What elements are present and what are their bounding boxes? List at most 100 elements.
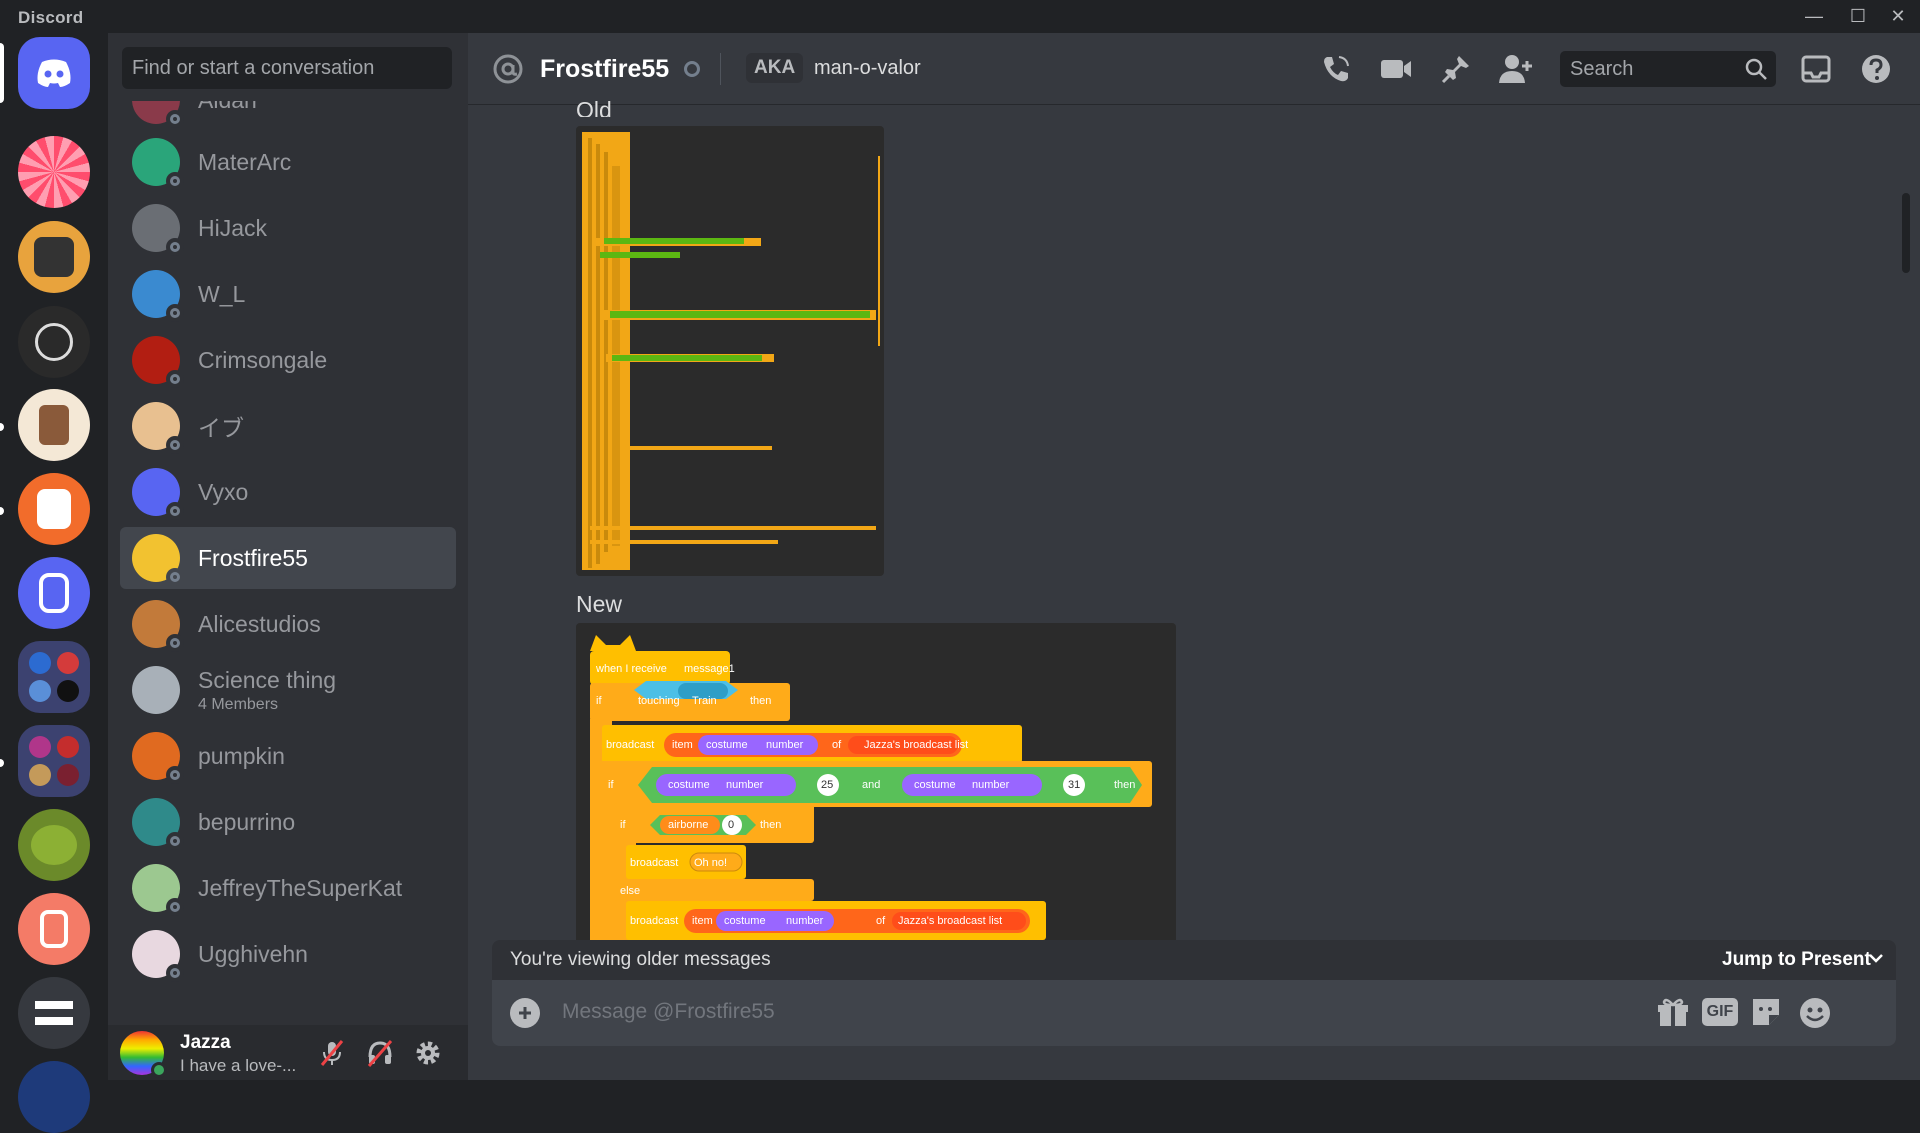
scratch-then-text: then — [760, 819, 782, 831]
user-status: I have a love-... — [180, 1056, 297, 1075]
server-icon-shrek[interactable] — [18, 809, 90, 881]
aka-badge: AKA — [746, 53, 804, 83]
scratch-broadcast-text: broadcast — [606, 739, 655, 751]
user-panel: Jazza I have a love-... — [108, 1025, 468, 1080]
dm-item-bepurrino[interactable]: bepurrino — [120, 791, 456, 853]
add-friend-icon[interactable] — [1498, 51, 1534, 87]
scratch-message-text: message1 — [684, 663, 735, 675]
server-folder-1[interactable] — [18, 641, 90, 713]
sticker-icon[interactable] — [1750, 996, 1782, 1028]
avatar — [132, 270, 184, 322]
scratch-else-text: else — [620, 885, 641, 897]
scratch-script-old-image — [582, 132, 880, 570]
chat-scrollbar[interactable] — [1902, 193, 1910, 273]
help-icon[interactable] — [1858, 51, 1894, 87]
scratch-and-text: and — [862, 779, 881, 791]
dm-item-jeffreythesuperkat[interactable]: JeffreyTheSuperKat — [120, 857, 456, 919]
dm-item-frostfire55[interactable]: Frostfire55 — [120, 527, 456, 589]
gif-button[interactable]: GIF — [1702, 998, 1738, 1026]
scratch-ohno-text: Oh no! — [694, 857, 728, 869]
server-icon-stack[interactable] — [18, 977, 90, 1049]
home-button[interactable] — [18, 37, 90, 109]
server-icon-disciples[interactable] — [18, 306, 90, 378]
discord-logo-icon — [37, 59, 71, 87]
dm-sidebar: Find or start a conversation Aidan Mater… — [108, 33, 468, 1080]
dm-item-ugghivehn[interactable]: Ugghivehn — [120, 923, 456, 985]
scratch-number-text: number — [726, 779, 764, 791]
app-title: Discord — [18, 8, 84, 27]
avatar — [132, 864, 184, 916]
attachment-image-old[interactable] — [576, 126, 884, 576]
user-name: Jazza — [180, 1032, 231, 1053]
divider — [720, 53, 721, 85]
call-icon[interactable] — [1318, 51, 1354, 87]
pin-icon[interactable] — [1438, 51, 1474, 87]
minimize-icon[interactable]: — — [1792, 0, 1836, 33]
avatar — [132, 732, 184, 784]
settings-gear-icon[interactable] — [412, 1037, 444, 1069]
avatar — [132, 468, 184, 520]
mute-icon[interactable] — [316, 1037, 348, 1069]
avatar — [132, 101, 184, 128]
older-messages-banner: You're viewing older messages Jump to Pr… — [492, 940, 1896, 980]
avatar — [132, 798, 184, 850]
avatar — [132, 402, 184, 454]
dm-item-science-thing[interactable]: Science thing 4 Members — [120, 659, 456, 721]
jump-to-present-button[interactable]: Jump to Present — [1722, 949, 1871, 971]
dm-item-ibu[interactable]: イブ — [120, 395, 456, 457]
scratch-item-text: item — [692, 915, 713, 927]
scratch-airborne-text: airborne — [668, 819, 709, 831]
scratch-gt-value: 25 — [821, 779, 834, 791]
dm-item-vyxo[interactable]: Vyxo — [120, 461, 456, 523]
emoji-icon[interactable] — [1798, 996, 1832, 1030]
dm-item-aidan[interactable]: Aidan — [120, 101, 456, 131]
server-icon-orange[interactable] — [18, 473, 90, 545]
search-icon — [1744, 57, 1768, 81]
server-icon-blurple[interactable] — [18, 557, 90, 629]
server-rail — [0, 33, 108, 1133]
message-input[interactable]: Message @Frostfire55 — [562, 1000, 775, 1024]
dm-item-crimsongale[interactable]: Crimsongale — [120, 329, 456, 391]
scratch-touching-text: touching — [638, 695, 680, 707]
attach-plus-icon[interactable] — [510, 998, 540, 1028]
video-icon[interactable] — [1378, 51, 1414, 87]
avatar — [132, 204, 184, 256]
attachment-image-new[interactable]: when I receive message1 if touching Trai… — [576, 623, 1176, 940]
dm-item-w-l[interactable]: W_L — [120, 263, 456, 325]
chevron-down-icon[interactable] — [1866, 948, 1886, 968]
server-folder-2[interactable] — [18, 725, 90, 797]
dm-search-input[interactable]: Find or start a conversation — [122, 47, 452, 89]
chat-area: Frostfire55 AKA man-o-valor Search Old N… — [468, 33, 1920, 1080]
scratch-costume-text: costume — [668, 779, 710, 791]
dm-item-alicestudios[interactable]: Alicestudios — [120, 593, 456, 655]
title-bar: Discord — ☐ ✕ — [0, 0, 1920, 33]
deafen-icon[interactable] — [364, 1037, 396, 1069]
dm-item-hijack[interactable]: HiJack — [120, 197, 456, 259]
inbox-icon[interactable] — [1798, 51, 1834, 87]
close-icon[interactable]: ✕ — [1876, 0, 1920, 33]
scratch-of-text: of — [876, 915, 886, 927]
scratch-zero-value: 0 — [728, 819, 735, 831]
message-composer: Message @Frostfire55 GIF — [492, 980, 1896, 1046]
server-icon-brown[interactable] — [18, 389, 90, 461]
dm-item-pumpkin[interactable]: pumpkin — [120, 725, 456, 787]
maximize-icon[interactable]: ☐ — [1836, 0, 1880, 33]
status-indicator — [684, 61, 700, 77]
server-icon-partial[interactable] — [18, 1061, 90, 1133]
dm-item-materarc[interactable]: MaterArc — [120, 131, 456, 193]
avatar — [132, 336, 184, 388]
scratch-if-text: if — [596, 695, 602, 707]
gift-icon[interactable] — [1656, 996, 1690, 1030]
avatar — [132, 534, 184, 586]
scratch-broadcast-text: broadcast — [630, 857, 679, 869]
server-icon-salmon[interactable] — [18, 893, 90, 965]
avatar — [132, 666, 180, 714]
scratch-costume-text: costume — [724, 915, 766, 927]
server-icon-candy[interactable] — [18, 136, 90, 208]
scratch-if-text: if — [620, 819, 626, 831]
chat-header: Frostfire55 AKA man-o-valor Search — [468, 33, 1920, 105]
avatar[interactable] — [120, 1031, 167, 1078]
scratch-costume-text: costume — [914, 779, 956, 791]
server-icon-robot[interactable] — [18, 221, 90, 293]
avatar — [132, 930, 184, 982]
